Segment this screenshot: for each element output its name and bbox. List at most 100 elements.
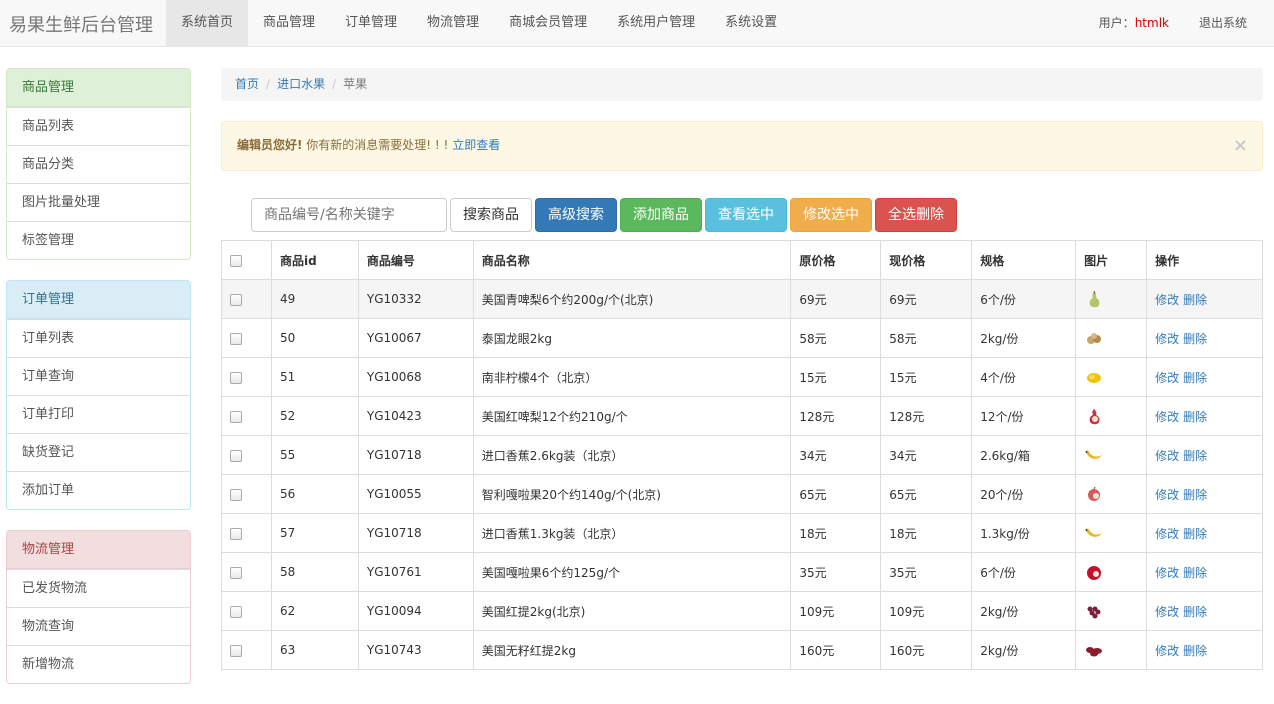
edit-link[interactable]: 修改 — [1155, 332, 1179, 346]
image-cell — [1075, 279, 1148, 319]
nav-item-products[interactable]: 商品管理 — [248, 0, 330, 47]
delete-link[interactable]: 删除 — [1183, 332, 1207, 346]
sidebar-item-product-category[interactable]: 商品分类 — [7, 145, 190, 183]
edit-link[interactable]: 修改 — [1155, 449, 1179, 463]
table-header-row: 商品id 商品编号 商品名称 原价格 现价格 规格 图片 操作 — [221, 240, 1263, 280]
table-row: 58 YG10761 美国嘎啦果6个约125g/个 35元 35元 6个/份 修改 删除 — [221, 552, 1263, 592]
product-id-cell: 57 — [270, 513, 359, 553]
table-row: 62 YG10094 美国红提2kg(北京) 109元 109元 2kg/份 修改 删除 — [221, 591, 1263, 631]
product-id-cell: 50 — [270, 318, 359, 358]
delete-link[interactable]: 删除 — [1183, 449, 1207, 463]
row-checkbox[interactable] — [230, 332, 242, 345]
sidebar-panel-products: 商品管理 商品列表 商品分类 图片批量处理 标签管理 — [6, 68, 191, 260]
delete-all-button[interactable]: 全选删除 — [875, 198, 957, 232]
delete-link[interactable]: 删除 — [1183, 566, 1207, 580]
nav-item-members[interactable]: 商城会员管理 — [494, 0, 602, 47]
sidebar-heading-products[interactable]: 商品管理 — [7, 69, 190, 107]
actions-cell: 修改 删除 — [1146, 357, 1263, 397]
user-label: 用户： — [1098, 16, 1135, 30]
nav-item-settings[interactable]: 系统设置 — [710, 0, 792, 47]
column-header-id: 商品id — [270, 240, 359, 280]
product-code-cell: YG10067 — [357, 318, 474, 358]
delete-link[interactable]: 删除 — [1183, 605, 1207, 619]
row-checkbox[interactable] — [230, 644, 242, 657]
original-price-cell: 34元 — [790, 435, 882, 475]
nav-item-home[interactable]: 系统首页 — [166, 0, 249, 47]
edit-link[interactable]: 修改 — [1155, 605, 1179, 619]
actions-cell: 修改 删除 — [1146, 279, 1263, 319]
image-cell — [1075, 513, 1148, 553]
search-button[interactable]: 搜索商品 — [450, 198, 532, 232]
sidebar-item-logistics-query[interactable]: 物流查询 — [7, 607, 190, 645]
sidebar-item-order-list[interactable]: 订单列表 — [7, 319, 190, 357]
sidebar-item-product-list[interactable]: 商品列表 — [7, 107, 190, 145]
close-icon[interactable]: × — [1233, 122, 1248, 169]
banana-icon — [1084, 446, 1104, 464]
delete-link[interactable]: 删除 — [1183, 644, 1207, 658]
sidebar-item-order-query[interactable]: 订单查询 — [7, 357, 190, 395]
longan-icon — [1084, 329, 1104, 347]
sidebar-heading-logistics[interactable]: 物流管理 — [7, 531, 190, 569]
search-input[interactable] — [251, 198, 447, 232]
image-cell — [1075, 396, 1148, 436]
row-checkbox-cell — [221, 318, 272, 358]
sidebar-item-image-batch[interactable]: 图片批量处理 — [7, 183, 190, 221]
sidebar-item-add-order[interactable]: 添加订单 — [7, 471, 190, 509]
delete-link[interactable]: 删除 — [1183, 371, 1207, 385]
table-row: 51 YG10068 南非柠檬4个（北京） 15元 15元 4个/份 修改 删除 — [221, 357, 1263, 397]
sidebar-item-tags[interactable]: 标签管理 — [7, 221, 190, 259]
sidebar-item-new-logistics[interactable]: 新增物流 — [7, 645, 190, 683]
table-row: 55 YG10718 进口香蕉2.6kg装（北京） 34元 34元 2.6kg/箱 修改 删除 — [221, 435, 1263, 475]
nav-item-orders[interactable]: 订单管理 — [330, 0, 412, 47]
product-id-cell: 58 — [270, 552, 359, 592]
select-all-checkbox[interactable] — [230, 254, 242, 267]
current-price-cell: 65元 — [880, 474, 973, 514]
spec-cell: 2kg/份 — [971, 318, 1077, 358]
edit-link[interactable]: 修改 — [1155, 371, 1179, 385]
alert-view-link[interactable]: 立即查看 — [452, 138, 500, 152]
row-checkbox[interactable] — [230, 566, 242, 579]
delete-link[interactable]: 删除 — [1183, 488, 1207, 502]
edit-selected-button[interactable]: 修改选中 — [790, 198, 872, 232]
sidebar-item-shipped[interactable]: 已发货物流 — [7, 569, 190, 607]
actions-cell: 修改 删除 — [1146, 630, 1263, 670]
breadcrumb-separator: / — [266, 77, 271, 91]
delete-link[interactable]: 删除 — [1183, 293, 1207, 307]
product-code-cell: YG10718 — [357, 513, 474, 553]
view-selected-button[interactable]: 查看选中 — [705, 198, 787, 232]
breadcrumb-category[interactable]: 进口水果 — [277, 77, 325, 91]
edit-link[interactable]: 修改 — [1155, 410, 1179, 424]
logout-link[interactable]: 退出系统 — [1184, 0, 1274, 47]
edit-link[interactable]: 修改 — [1155, 527, 1179, 541]
original-price-cell: 18元 — [790, 513, 882, 553]
row-checkbox[interactable] — [230, 488, 242, 501]
nav-item-logistics[interactable]: 物流管理 — [412, 0, 494, 47]
edit-link[interactable]: 修改 — [1155, 488, 1179, 502]
add-product-button[interactable]: 添加商品 — [620, 198, 702, 232]
nav-item-system-users[interactable]: 系统用户管理 — [602, 0, 710, 47]
actions-cell: 修改 删除 — [1146, 552, 1263, 592]
delete-link[interactable]: 删除 — [1183, 527, 1207, 541]
red-pear-icon — [1084, 407, 1104, 425]
spec-cell: 2kg/份 — [971, 591, 1077, 631]
breadcrumb-home[interactable]: 首页 — [235, 77, 259, 91]
edit-link[interactable]: 修改 — [1155, 644, 1179, 658]
product-code-cell: YG10423 — [357, 396, 474, 436]
user-info[interactable]: 用户：htmlk — [1084, 0, 1184, 47]
row-checkbox[interactable] — [230, 449, 242, 462]
delete-link[interactable]: 删除 — [1183, 410, 1207, 424]
row-checkbox[interactable] — [230, 293, 242, 306]
row-checkbox[interactable] — [230, 605, 242, 618]
edit-link[interactable]: 修改 — [1155, 293, 1179, 307]
brand-title[interactable]: 易果生鲜后台管理 — [9, 11, 153, 37]
sidebar-item-stockout[interactable]: 缺货登记 — [7, 433, 190, 471]
row-checkbox[interactable] — [230, 527, 242, 540]
current-price-cell: 69元 — [880, 279, 973, 319]
row-checkbox[interactable] — [230, 371, 242, 384]
edit-link[interactable]: 修改 — [1155, 566, 1179, 580]
advanced-search-button[interactable]: 高级搜索 — [535, 198, 617, 232]
sidebar-heading-orders[interactable]: 订单管理 — [7, 281, 190, 319]
red-apple-icon — [1084, 563, 1104, 581]
sidebar-item-order-print[interactable]: 订单打印 — [7, 395, 190, 433]
row-checkbox[interactable] — [230, 410, 242, 423]
